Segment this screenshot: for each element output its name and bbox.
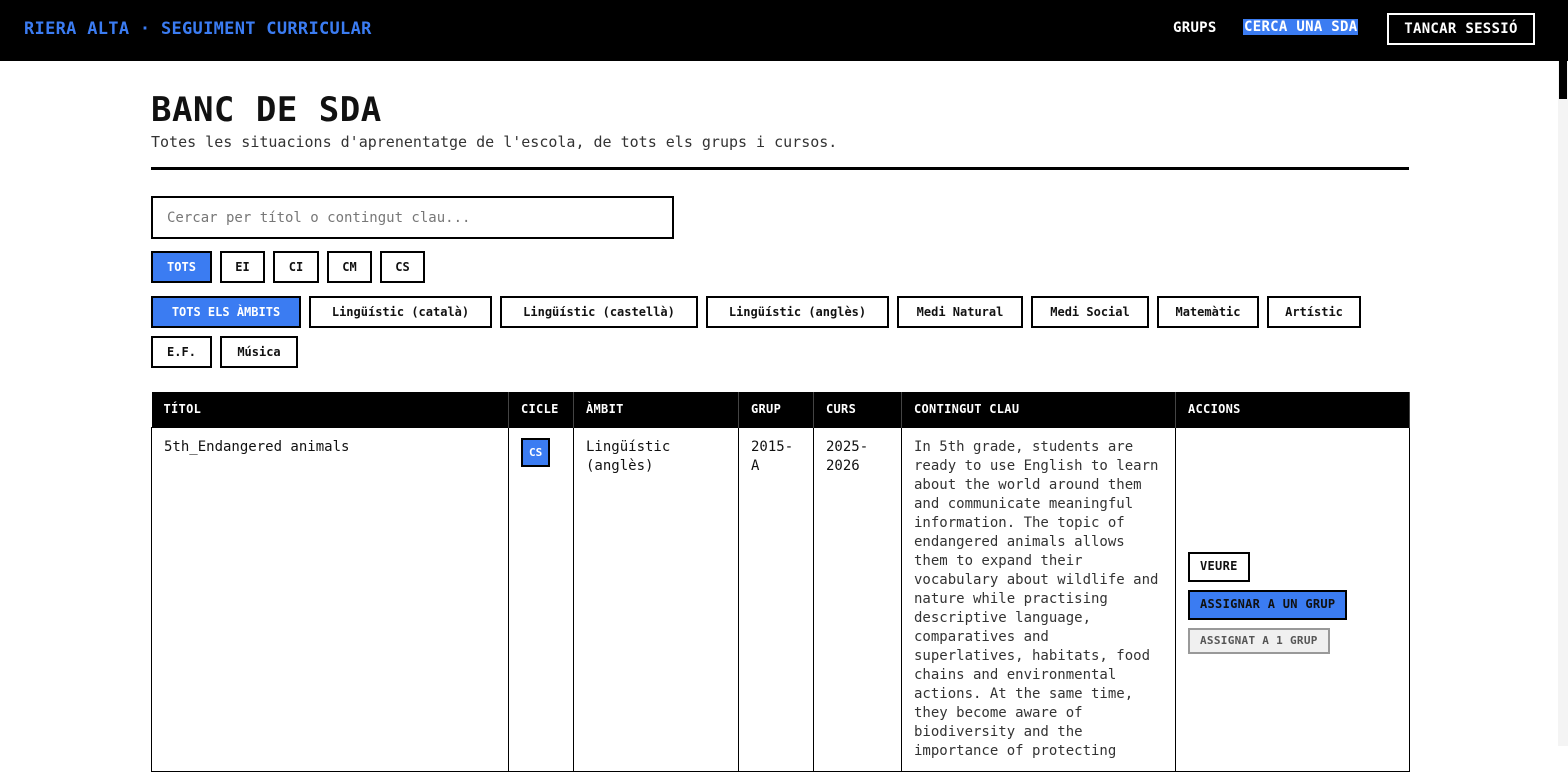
scrollbar-thumb[interactable] [1559,61,1567,99]
cell-area: Lingüístic (anglès) [573,426,739,772]
title-divider [151,167,1409,170]
nav-search-sda-link[interactable]: CERCA UNA SDA [1243,19,1359,35]
col-header-title[interactable]: TÍTOL [151,392,509,427]
page-title: BANC DE SDA [151,90,382,130]
cell-course: 2025-2026 [813,426,902,772]
filter-area-medi-social[interactable]: Medi Social [1031,296,1149,328]
cell-group: 2015-A [738,426,814,772]
filter-area-all[interactable]: TOTS ELS ÀMBITS [151,296,301,328]
filter-area-musica[interactable]: Música [220,336,298,368]
filter-cycle-cm[interactable]: CM [327,251,372,283]
search-input[interactable] [151,196,674,239]
table-header-row: TÍTOL CICLE ÀMBIT GRUP CURS CONTINGUT CL… [151,392,1410,427]
filter-area-catala[interactable]: Lingüístic (català) [309,296,492,328]
filter-cycle-all[interactable]: TOTS [151,251,212,283]
app-brand[interactable]: RIERA ALTA · SEGUIMENT CURRICULAR [24,19,372,39]
filter-cycle-cs[interactable]: CS [380,251,425,283]
filter-area-ef[interactable]: E.F. [151,336,212,368]
filter-area-artistic[interactable]: Artístic [1267,296,1361,328]
table-row: 5th_Endangered animals CS Lingüístic (an… [151,426,1410,772]
filter-cycle-ei[interactable]: EI [220,251,265,283]
filter-area-medi-natural[interactable]: Medi Natural [897,296,1023,328]
cycle-badge: CS [521,437,551,467]
view-button[interactable]: VEURE [1188,551,1250,582]
col-header-area[interactable]: ÀMBIT [573,392,739,427]
filter-area-matematic[interactable]: Matemàtic [1157,296,1259,328]
cell-actions: VEURE ASSIGNAR A UN GRUP ASSIGNAT A 1 GR… [1175,426,1410,772]
filter-cycle-ci[interactable]: CI [273,251,319,283]
nav-grups-link[interactable]: GRUPS [1173,20,1217,36]
col-header-content[interactable]: CONTINGUT CLAU [901,392,1176,427]
filter-area-castella[interactable]: Lingüístic (castellà) [500,296,698,328]
sda-table: TÍTOL CICLE ÀMBIT GRUP CURS CONTINGUT CL… [151,392,1410,772]
scrollbar-track[interactable] [1558,61,1568,746]
assign-group-button[interactable]: ASSIGNAR A UN GRUP [1188,589,1348,620]
col-header-cycle[interactable]: CICLE [508,392,574,427]
cell-cycle: CS [508,426,574,772]
col-header-group[interactable]: GRUP [738,392,814,427]
cell-title: 5th_Endangered animals [151,426,509,772]
col-header-actions: ACCIONS [1175,392,1410,427]
logout-button[interactable]: TANCAR SESSIÓ [1387,13,1535,45]
cell-content: In 5th grade, students are ready to use … [901,426,1176,772]
filter-area-angles[interactable]: Lingüístic (anglès) [706,296,889,328]
top-bar: RIERA ALTA · SEGUIMENT CURRICULAR GRUPS … [0,0,1568,61]
col-header-course[interactable]: CURS [813,392,902,427]
assigned-status-button: ASSIGNAT A 1 GRUP [1188,627,1330,654]
actions-group: VEURE ASSIGNAR A UN GRUP ASSIGNAT A 1 GR… [1188,551,1397,654]
page-subtitle: Totes les situacions d'aprenentatge de l… [151,133,838,151]
